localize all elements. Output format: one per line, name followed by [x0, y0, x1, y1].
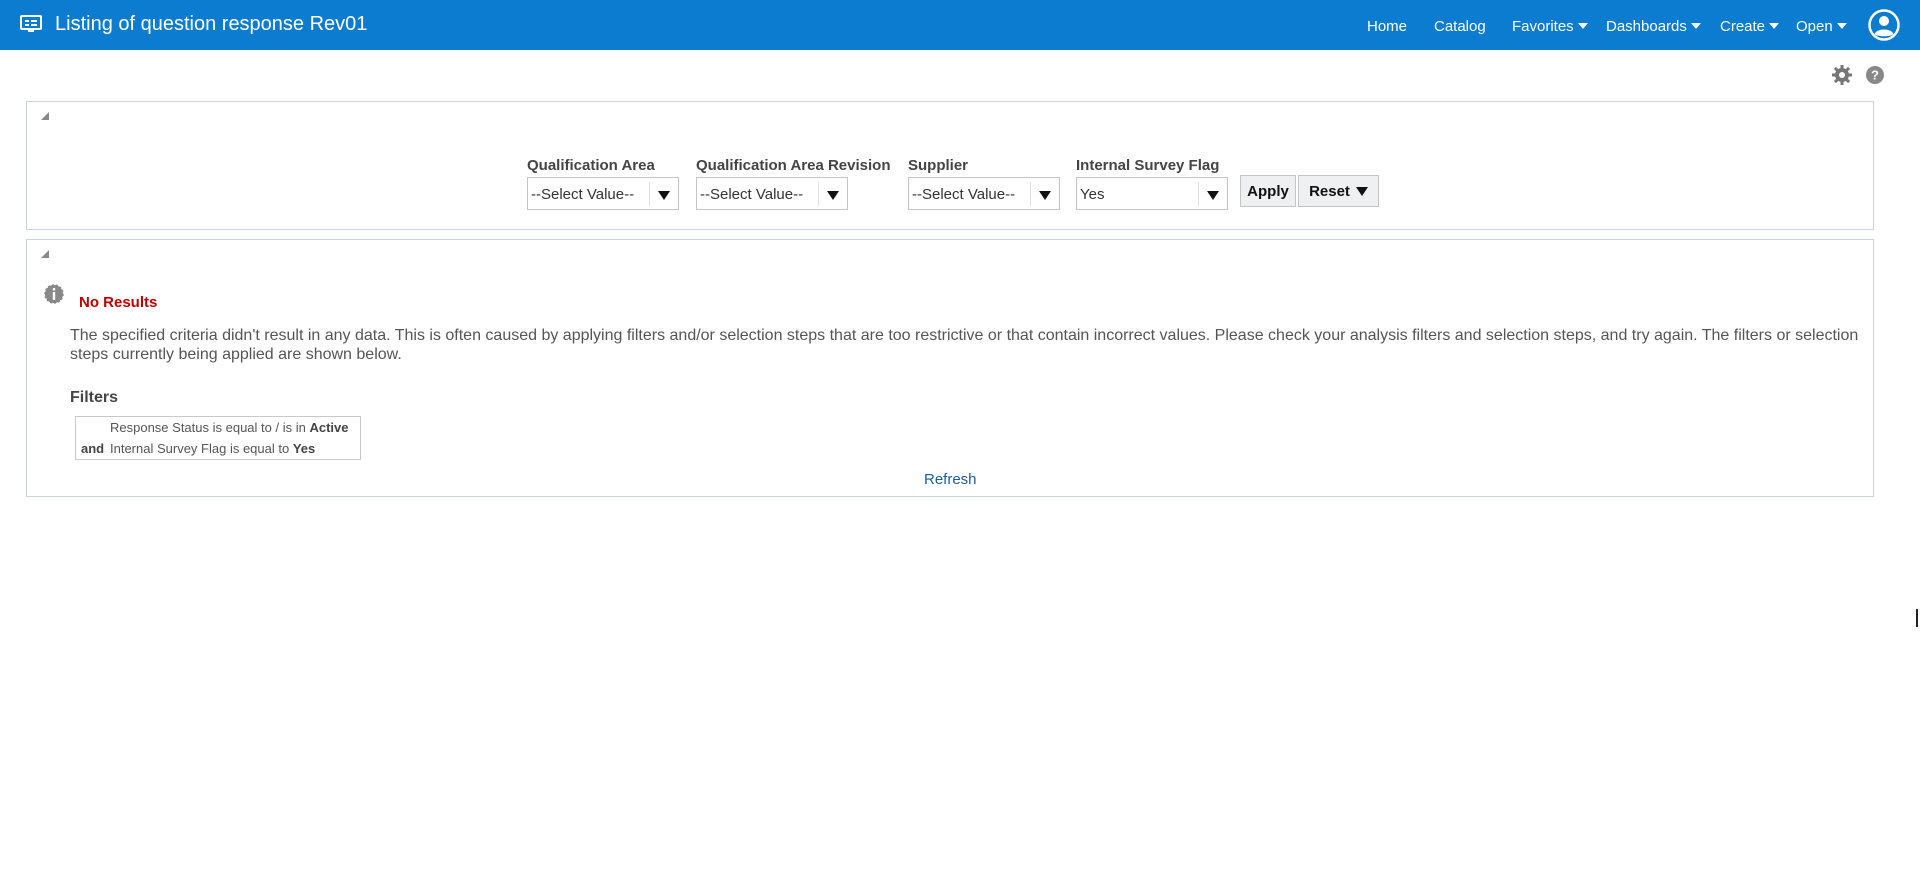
- filter-value: Yes: [292, 441, 316, 456]
- nav-home[interactable]: Home: [1367, 18, 1407, 35]
- prompt-label: Qualification Area Revision: [696, 157, 891, 174]
- select-divider: [649, 182, 650, 206]
- reset-label: Reset: [1309, 182, 1350, 200]
- no-results-title: No Results: [79, 294, 158, 311]
- prompt-qualification-area-revision: Qualification Area Revision --Select Val…: [696, 157, 891, 210]
- nav-favorites-label: Favorites: [1512, 18, 1574, 35]
- prompt-label: Internal Survey Flag: [1076, 157, 1220, 174]
- select-divider: [818, 182, 819, 206]
- internal-survey-flag-select[interactable]: Yes: [1076, 177, 1228, 210]
- prompt-internal-survey-flag: Internal Survey Flag Yes: [1076, 157, 1228, 210]
- nav-open-label: Open: [1796, 18, 1833, 35]
- text-cursor: [1916, 609, 1918, 627]
- filter-text: Response Status is equal to / is in: [110, 420, 306, 435]
- nav-open[interactable]: Open: [1796, 18, 1847, 35]
- nav-favorites[interactable]: Favorites: [1512, 18, 1588, 35]
- select-divider: [1030, 182, 1031, 206]
- select-value: --Select Value--: [700, 186, 804, 203]
- collapse-triangle-icon[interactable]: [41, 250, 49, 258]
- select-value: --Select Value--: [912, 186, 1016, 203]
- nav-home-label: Home: [1367, 18, 1408, 35]
- qualification-area-select[interactable]: --Select Value--: [527, 177, 679, 210]
- nav-catalog[interactable]: Catalog: [1434, 18, 1486, 35]
- dropdown-arrow-icon[interactable]: [827, 191, 839, 200]
- nav-create-label: Create: [1720, 18, 1766, 35]
- select-value: --Select Value--: [531, 186, 635, 203]
- supplier-select[interactable]: --Select Value--: [908, 177, 1060, 210]
- dashboard-monitor-icon[interactable]: [20, 15, 42, 33]
- prompt-label: Supplier: [908, 157, 969, 174]
- dropdown-arrow-icon[interactable]: [1207, 191, 1219, 200]
- filter-row: and Internal Survey Flag is equal to Yes: [76, 441, 315, 456]
- user-avatar-icon[interactable]: [1868, 9, 1900, 41]
- chevron-down-icon: [1769, 23, 1780, 29]
- info-diamond-icon: [44, 284, 64, 304]
- filter-text: Internal Survey Flag is equal to: [110, 441, 290, 456]
- filters-heading: Filters: [70, 389, 119, 406]
- nav-dashboards[interactable]: Dashboards: [1606, 18, 1701, 35]
- no-results-message: The specified criteria didn't result in …: [70, 327, 1859, 363]
- nav-create[interactable]: Create: [1720, 18, 1780, 35]
- nav-catalog-label: Catalog: [1434, 18, 1486, 35]
- page-title: Listing of question response Rev01: [55, 13, 368, 35]
- nav-dashboards-label: Dashboards: [1606, 18, 1687, 35]
- chevron-down-icon: [1690, 23, 1701, 29]
- prompt-label: Qualification Area: [527, 157, 655, 174]
- dropdown-arrow-icon[interactable]: [658, 191, 670, 200]
- prompt-qualification-area: Qualification Area --Select Value--: [527, 157, 679, 210]
- chevron-down-icon: [1836, 23, 1847, 29]
- top-header-bar: Listing of question response Rev01 Home …: [0, 0, 1920, 50]
- chevron-down-icon: [1355, 186, 1368, 196]
- help-icon[interactable]: ?: [1864, 64, 1886, 86]
- filter-value: Active: [309, 420, 349, 435]
- svg-text:?: ?: [1871, 68, 1879, 83]
- select-divider: [1198, 182, 1199, 206]
- collapse-triangle-icon[interactable]: [41, 112, 49, 120]
- dropdown-arrow-icon[interactable]: [1039, 191, 1051, 200]
- select-value: Yes: [1080, 186, 1105, 203]
- prompt-supplier: Supplier --Select Value--: [908, 157, 1060, 210]
- chevron-down-icon: [1577, 23, 1588, 29]
- refresh-link[interactable]: Refresh: [924, 471, 977, 488]
- results-panel: No Results The specified criteria didn't…: [26, 239, 1874, 497]
- apply-button[interactable]: Apply: [1240, 175, 1296, 207]
- prompts-panel: Qualification Area --Select Value-- Qual…: [26, 101, 1874, 230]
- filter-row: Response Status is equal to / is in Acti…: [76, 420, 349, 435]
- gear-icon[interactable]: [1831, 64, 1853, 86]
- filter-conjunction: and: [81, 441, 105, 456]
- reset-button[interactable]: Reset: [1298, 175, 1379, 207]
- qualification-area-revision-select[interactable]: --Select Value--: [696, 177, 848, 210]
- filters-list: Response Status is equal to / is in Acti…: [75, 416, 361, 460]
